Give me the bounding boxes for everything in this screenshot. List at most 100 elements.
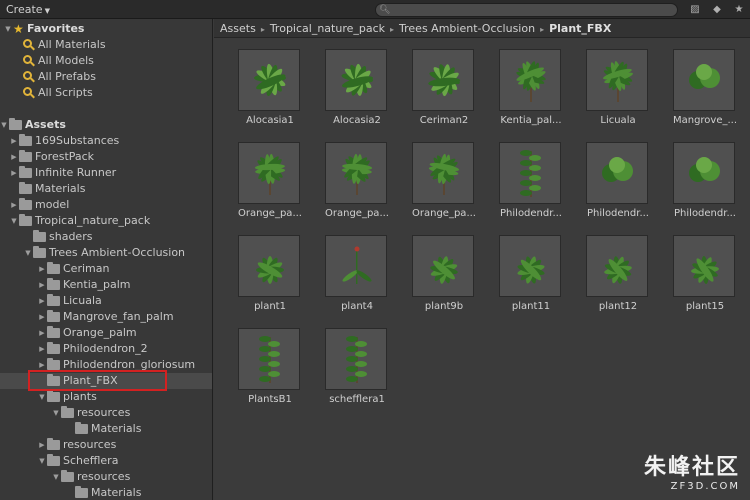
asset-tile[interactable]: Philodendr... (575, 142, 655, 228)
collapsed-arrow-icon[interactable]: ▶ (38, 341, 46, 357)
watermark-logo-text: 朱峰社区 (643, 455, 740, 480)
collapsed-arrow-icon[interactable]: ▶ (38, 309, 46, 325)
collapsed-arrow-icon[interactable]: ▶ (38, 325, 46, 341)
tree-item-label: ForestPack (35, 150, 95, 163)
favorites-item[interactable]: All Materials (0, 37, 212, 53)
folder-icon (9, 118, 22, 130)
collapsed-arrow-icon[interactable]: ▶ (10, 149, 18, 165)
collapsed-arrow-icon[interactable]: ▶ (10, 133, 18, 149)
search-input[interactable]: 🔍︎ (375, 3, 678, 17)
plant-thumbnail-icon (673, 235, 735, 297)
tree-item[interactable]: shaders (0, 229, 212, 245)
tree-item-label: model (35, 198, 70, 211)
tree-item[interactable]: ▶ Licuala (0, 293, 212, 309)
expand-arrow-icon[interactable]: ▼ (24, 245, 32, 261)
tree-item[interactable]: ▶ Infinite Runner (0, 165, 212, 181)
filter-by-type-icon[interactable]: ▨ (688, 3, 702, 16)
breadcrumb-item-tropical[interactable]: Tropical_nature_pack (270, 22, 385, 35)
tree-item[interactable]: Materials (0, 485, 212, 500)
folder-icon (19, 198, 32, 210)
asset-name: Alocasia2 (333, 115, 381, 126)
asset-tile[interactable]: Orange_pa... (314, 142, 394, 228)
expand-arrow-icon[interactable]: ▼ (52, 469, 60, 485)
folder-icon (47, 326, 60, 338)
tree-item[interactable]: ▼ resources (0, 469, 212, 485)
asset-tile[interactable]: Philodendr... (662, 142, 742, 228)
tree-item[interactable]: ▶ 169Substances (0, 133, 212, 149)
asset-tile[interactable]: plant1 (227, 235, 307, 321)
create-button[interactable]: Create ▼ (2, 2, 54, 17)
collapsed-arrow-icon[interactable]: ▶ (38, 293, 46, 309)
tree-item-label: Ceriman (63, 262, 110, 275)
folder-icon (47, 310, 60, 322)
tree-item[interactable]: ▶ ForestPack (0, 149, 212, 165)
toolbar: Create ▼ 🔍︎ ▨ ◆ ★ (0, 0, 750, 19)
tree-item[interactable]: ▶ Mangrove_fan_palm (0, 309, 212, 325)
tree-item[interactable]: ▶ resources (0, 437, 212, 453)
star-icon[interactable]: ★ (732, 3, 746, 16)
asset-tile[interactable]: Orange_pa... (401, 142, 481, 228)
tree-item[interactable]: ▶ Kentia_palm (0, 277, 212, 293)
collapsed-arrow-icon[interactable]: ▶ (38, 277, 46, 293)
folder-icon (47, 342, 60, 354)
breadcrumb-item-trees[interactable]: Trees Ambient-Occlusion (399, 22, 535, 35)
tree-item-label: All Models (38, 54, 94, 67)
plant-thumbnail-icon (499, 142, 561, 204)
asset-tile[interactable]: plant11 (488, 235, 568, 321)
search-filter-icon (23, 71, 35, 83)
asset-name: Ceriman2 (419, 115, 469, 126)
expand-arrow-icon[interactable]: ▼ (10, 213, 18, 229)
tree-item-label: Mangrove_fan_palm (63, 310, 174, 323)
tree-item[interactable]: ▶ model (0, 197, 212, 213)
asset-tile[interactable]: plant9b (401, 235, 481, 321)
search-filter-icon (23, 87, 35, 99)
asset-tile[interactable]: Kentia_pal... (488, 49, 568, 135)
asset-tile[interactable]: schefflera1 (314, 328, 394, 414)
asset-tile[interactable]: Philodendr... (488, 142, 568, 228)
expand-arrow-icon[interactable]: ▼ (38, 389, 46, 405)
tree-item[interactable]: ▶ Orange_palm (0, 325, 212, 341)
tree-item[interactable]: Materials (0, 181, 212, 197)
tree-item[interactable]: ▼ resources (0, 405, 212, 421)
asset-tile[interactable]: plant4 (314, 235, 394, 321)
expand-arrow-icon[interactable]: ▼ (0, 117, 8, 133)
tree-item[interactable]: ▶ Philodendron_2 (0, 341, 212, 357)
asset-tile[interactable]: plant12 (575, 235, 655, 321)
favorites-item[interactable]: All Scripts (0, 85, 212, 101)
asset-tile[interactable]: Alocasia1 (227, 49, 307, 135)
tree-item[interactable]: ▼ Schefflera (0, 453, 212, 469)
asset-tile[interactable]: Mangrove_... (662, 49, 742, 135)
folder-icon (75, 422, 88, 434)
plant-thumbnail-icon (325, 328, 387, 390)
tree-item[interactable]: ▼ Tropical_nature_pack (0, 213, 212, 229)
asset-tile[interactable]: Orange_pa... (227, 142, 307, 228)
tree-item-label: Orange_palm (63, 326, 137, 339)
favorites-item[interactable]: All Models (0, 53, 212, 69)
tree-item-label: Kentia_palm (63, 278, 131, 291)
folder-icon (61, 470, 74, 482)
collapsed-arrow-icon[interactable]: ▶ (10, 165, 18, 181)
asset-tile[interactable]: PlantsB1 (227, 328, 307, 414)
asset-tile[interactable]: Ceriman2 (401, 49, 481, 135)
tree-item[interactable]: ▼ plants (0, 389, 212, 405)
collapsed-arrow-icon[interactable]: ▶ (38, 261, 46, 277)
expand-arrow-icon[interactable]: ▼ (4, 21, 12, 37)
collapsed-arrow-icon[interactable]: ▶ (10, 197, 18, 213)
favorites-item[interactable]: All Prefabs (0, 69, 212, 85)
expand-arrow-icon[interactable]: ▼ (38, 453, 46, 469)
folder-icon (19, 150, 32, 162)
assets-root[interactable]: ▼ Assets (0, 117, 212, 133)
asset-tile[interactable]: Alocasia2 (314, 49, 394, 135)
asset-tile[interactable]: Licuala (575, 49, 655, 135)
tree-item[interactable]: ▼ Trees Ambient-Occlusion (0, 245, 212, 261)
expand-arrow-icon[interactable]: ▼ (52, 405, 60, 421)
plant-thumbnail-icon (586, 49, 648, 111)
favorites-header[interactable]: ▼ ★ Favorites (0, 21, 212, 37)
breadcrumb-item-assets[interactable]: Assets (220, 22, 256, 35)
tree-item[interactable]: Materials (0, 421, 212, 437)
asset-name: PlantsB1 (248, 394, 292, 405)
asset-tile[interactable]: plant15 (662, 235, 742, 321)
collapsed-arrow-icon[interactable]: ▶ (38, 437, 46, 453)
tag-icon[interactable]: ◆ (710, 3, 724, 16)
tree-item[interactable]: ▶ Ceriman (0, 261, 212, 277)
